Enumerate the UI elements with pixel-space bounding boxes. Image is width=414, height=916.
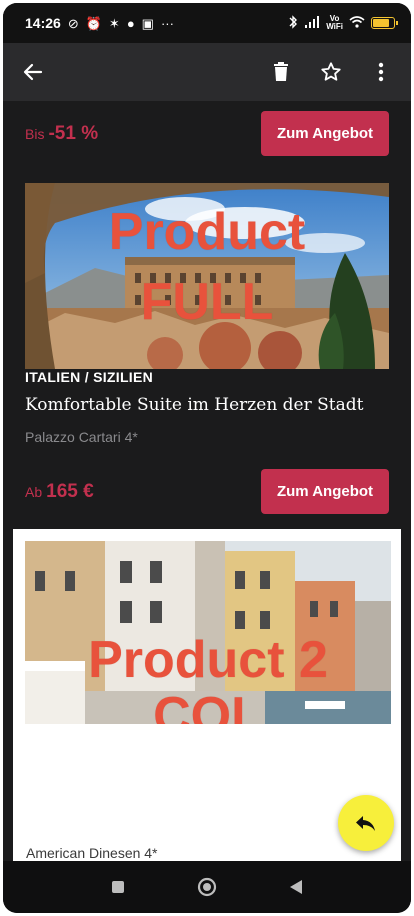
recents-button[interactable] (98, 867, 138, 907)
recents-icon (111, 881, 124, 893)
app-icon: ✶ (108, 15, 120, 31)
status-left: 14:26 ⊘ ⏰ ✶ ● ▣ ··· (25, 15, 174, 31)
offer-row-2: Ab 165 € Zum Angebot (25, 469, 389, 514)
watermark2-line-2: COL (153, 687, 263, 724)
vowifi-label: Vo WiFi (326, 15, 343, 31)
signal-icon (304, 15, 320, 31)
wifi-icon (349, 15, 365, 31)
product-hotel: Palazzo Cartari 4* (25, 429, 138, 445)
discount-prefix: Bis (25, 125, 45, 142)
product-region: ITALIEN / SIZILIEN (25, 369, 154, 385)
status-right: Vo WiFi (288, 14, 398, 32)
product-image-1[interactable]: Product FULL (25, 183, 389, 369)
back-icon (290, 880, 303, 894)
star-outline-icon (321, 62, 341, 81)
price-prefix: Ab (25, 483, 43, 500)
offer-button-2[interactable]: Zum Angebot (261, 469, 389, 514)
product-image-2[interactable]: Product 2 COL (25, 541, 391, 724)
system-nav-bar (3, 861, 411, 913)
email-content[interactable]: Bis -51 % Zum Angebot Product FULL ITALI… (3, 101, 411, 861)
price-label: Ab 165 € (25, 481, 94, 503)
home-icon (197, 877, 217, 897)
watermark-line-2: FULL (140, 273, 274, 331)
status-more: ··· (160, 15, 174, 31)
offer-button-1[interactable]: Zum Angebot (261, 111, 389, 156)
reply-fab[interactable] (338, 795, 394, 851)
back-button[interactable] (15, 54, 51, 90)
product-hotel-2: American Dinesen 4* (26, 845, 158, 861)
alarm-icon: ⏰ (85, 15, 102, 31)
app-toolbar (3, 43, 411, 101)
offer-row-1: Bis -51 % Zum Angebot (25, 111, 389, 156)
system-back-button[interactable] (276, 867, 316, 907)
phone-screen: 14:26 ⊘ ⏰ ✶ ● ▣ ··· Vo WiFi Bis -51 % Zu… (3, 3, 411, 913)
home-button[interactable] (187, 867, 227, 907)
chat-icon: ● (126, 15, 135, 31)
product-title[interactable]: Komfortable Suite im Herzen der Stadt (25, 395, 363, 415)
toolbar-actions (263, 54, 399, 90)
photo-off-icon: ⊘ (67, 15, 79, 31)
discount-value: -51 % (48, 122, 99, 144)
watermark2-line-1: Product 2 (88, 631, 328, 689)
status-bar: 14:26 ⊘ ⏰ ✶ ● ▣ ··· Vo WiFi (3, 3, 411, 43)
favorite-button[interactable] (313, 54, 349, 90)
arrow-left-icon (23, 63, 43, 81)
reply-icon (356, 816, 375, 831)
battery-icon (371, 17, 398, 29)
vowifi-bottom: WiFi (326, 22, 343, 31)
more-vertical-icon (378, 62, 384, 82)
app-box-icon: ▣ (141, 15, 154, 31)
delete-button[interactable] (263, 54, 299, 90)
bluetooth-icon (288, 14, 298, 32)
discount-label: Bis -51 % (25, 123, 98, 145)
watermark-line-1: Product (108, 203, 306, 261)
price-value: 165 € (46, 480, 94, 502)
more-options-button[interactable] (363, 54, 399, 90)
status-time: 14:26 (25, 15, 61, 31)
trash-icon (274, 62, 288, 81)
battery-fill (373, 19, 389, 27)
